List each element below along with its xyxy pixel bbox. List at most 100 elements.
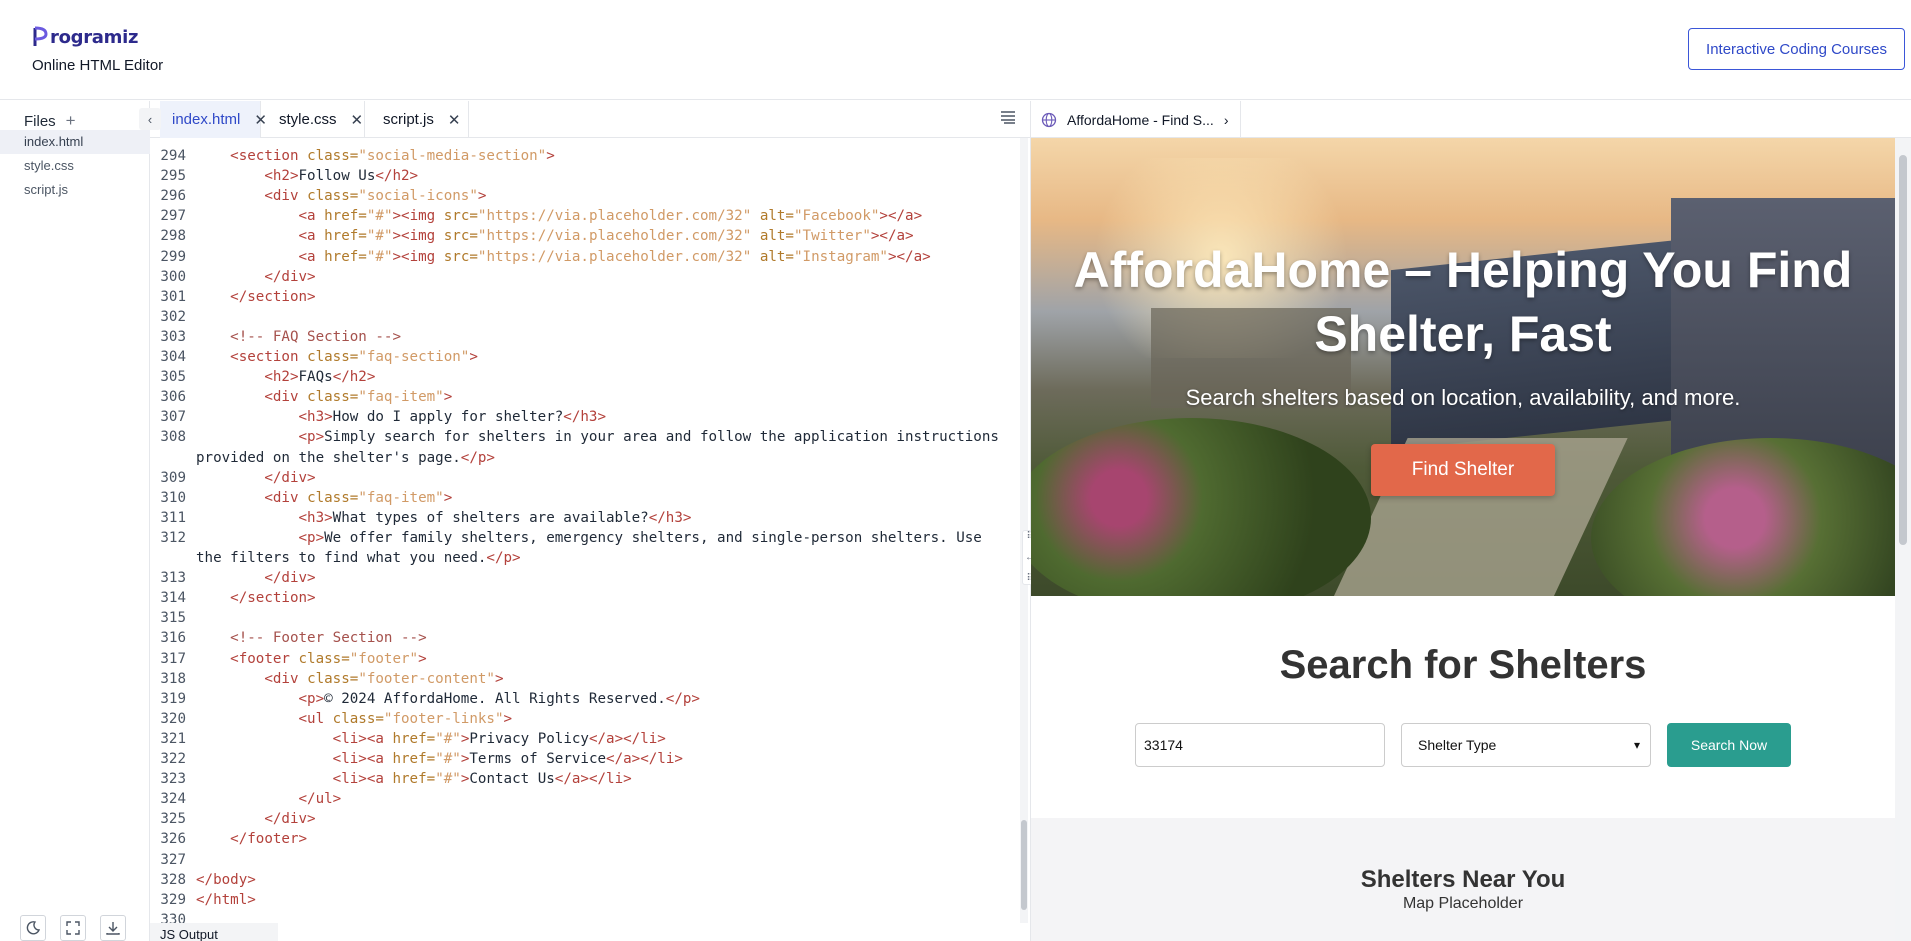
code-line[interactable]: 328 </body> xyxy=(150,870,1030,890)
line-number: 327 xyxy=(160,851,186,868)
code-line[interactable]: 297 <a href="#"><img src="https://via.pl… xyxy=(150,206,1030,226)
editor-tabs: index.html ✕ style.css ✕ script.js ✕ xyxy=(150,101,1030,138)
code-line[interactable]: 330 xyxy=(150,910,1030,923)
code-text: <div class="faq-item"> xyxy=(264,389,453,406)
code-line[interactable]: 327 xyxy=(150,850,1030,870)
theme-toggle-icon[interactable] xyxy=(20,915,46,941)
file-item-script[interactable]: script.js xyxy=(0,178,150,202)
code-line[interactable]: 306 <div class="faq-item"> xyxy=(150,387,1030,407)
line-number: 307 xyxy=(160,409,186,426)
close-icon[interactable]: ✕ xyxy=(351,111,364,129)
code-text: <li><a href="#">Contact Us</a></li> xyxy=(332,771,632,788)
code-line[interactable]: 309 </div> xyxy=(150,468,1030,488)
code-text: </div> xyxy=(264,570,316,587)
code-line[interactable]: 310 <div class="faq-item"> xyxy=(150,488,1030,508)
line-number: 321 xyxy=(160,730,186,747)
code-line[interactable]: 319 <p>© 2024 AffordaHome. All Rights Re… xyxy=(150,689,1030,709)
preview-tab[interactable]: AffordaHome - Find S... › xyxy=(1041,101,1242,138)
code-text: </section> xyxy=(230,590,316,607)
file-item-style[interactable]: style.css xyxy=(0,154,150,178)
download-icon[interactable] xyxy=(100,915,126,941)
code-line[interactable]: 329 </html> xyxy=(150,890,1030,910)
code-line[interactable]: 321 <li><a href="#">Privacy Policy</a></… xyxy=(150,729,1030,749)
code-line[interactable]: 317 <footer class="footer"> xyxy=(150,649,1030,669)
code-line[interactable]: 305 <h2>FAQs</h2> xyxy=(150,367,1030,387)
interactive-courses-button[interactable]: Interactive Coding Courses xyxy=(1688,28,1905,70)
tab-index-html[interactable]: index.html ✕ xyxy=(160,101,267,138)
line-number: 300 xyxy=(160,268,186,285)
code-text: provided on the shelter's page.</p> xyxy=(196,449,495,466)
code-line[interactable]: the filters to find what you need.</p> xyxy=(150,548,1030,568)
line-number: 330 xyxy=(160,911,186,923)
code-line[interactable]: 301 </section> xyxy=(150,287,1030,307)
programiz-logo[interactable]: rogramiz xyxy=(32,26,138,48)
code-line[interactable]: 325 </div> xyxy=(150,809,1030,829)
code-line[interactable]: 304 <section class="faq-section"> xyxy=(150,347,1030,367)
code-line[interactable]: 312 <p>We offer family shelters, emergen… xyxy=(150,528,1030,548)
add-file-icon[interactable]: + xyxy=(66,111,76,131)
code-text: <li><a href="#">Terms of Service</a></li… xyxy=(332,751,683,767)
logo-mark-icon xyxy=(33,26,48,46)
code-text: <a href="#"><img src="https://via.placeh… xyxy=(298,228,914,245)
code-line[interactable]: 322 <li><a href="#">Terms of Service</a>… xyxy=(150,749,1030,769)
preview-pane: AffordaHome – Helping You Find Shelter, … xyxy=(1031,138,1895,941)
code-line[interactable]: 295 <h2>Follow Us</h2> xyxy=(150,166,1030,186)
code-line[interactable]: 318 <div class="footer-content"> xyxy=(150,669,1030,689)
code-editor[interactable]: 294 <section class="social-media-section… xyxy=(150,138,1030,923)
top-header: rogramiz Online HTML Editor Interactive … xyxy=(0,0,1911,100)
code-line[interactable]: 298 <a href="#"><img src="https://via.pl… xyxy=(150,226,1030,246)
chevron-right-icon[interactable]: › xyxy=(1224,112,1229,128)
collapse-sidebar-icon[interactable]: ‹ xyxy=(139,108,161,130)
search-now-button[interactable]: Search Now xyxy=(1667,723,1791,767)
close-icon[interactable]: ✕ xyxy=(448,111,461,129)
code-line[interactable]: 316 <!-- Footer Section --> xyxy=(150,628,1030,648)
tab-script-js[interactable]: script.js ✕ xyxy=(365,101,469,138)
zip-input[interactable] xyxy=(1135,723,1385,767)
editor-scrollbar-thumb[interactable] xyxy=(1021,820,1027,910)
code-line[interactable]: 323 <li><a href="#">Contact Us</a></li> xyxy=(150,769,1030,789)
line-number: 314 xyxy=(160,590,186,607)
tab-style-css[interactable]: style.css ✕ xyxy=(261,101,365,138)
find-shelter-button[interactable]: Find Shelter xyxy=(1371,444,1555,496)
code-line[interactable]: 308 <p>Simply search for shelters in you… xyxy=(150,427,1030,447)
code-line[interactable]: 324 </ul> xyxy=(150,789,1030,809)
code-line[interactable]: 311 <h3>What types of shelters are avail… xyxy=(150,508,1030,528)
code-line[interactable]: 314 </section> xyxy=(150,588,1030,608)
code-line[interactable]: 294 <section class="social-media-section… xyxy=(150,146,1030,166)
code-text: </div> xyxy=(264,811,316,828)
file-item-index[interactable]: index.html xyxy=(0,130,150,154)
code-line[interactable]: 307 <h3>How do I apply for shelter?</h3> xyxy=(150,407,1030,427)
code-line[interactable]: provided on the shelter's page.</p> xyxy=(150,448,1030,468)
code-line[interactable]: 302 xyxy=(150,307,1030,327)
code-line[interactable]: 296 <div class="social-icons"> xyxy=(150,186,1030,206)
code-text: </div> xyxy=(264,469,316,486)
line-number: 322 xyxy=(160,751,186,767)
code-text: the filters to find what you need.</p> xyxy=(196,550,521,566)
line-number: 309 xyxy=(160,469,186,486)
code-line[interactable]: 299 <a href="#"><img src="https://via.pl… xyxy=(150,247,1030,267)
code-line[interactable]: 320 <ul class="footer-links"> xyxy=(150,709,1030,729)
code-text: </ul> xyxy=(298,791,342,808)
fullscreen-icon[interactable] xyxy=(60,915,86,941)
preview-tab-title: AffordaHome - Find S... xyxy=(1067,111,1214,128)
js-output-tab[interactable]: JS Output xyxy=(150,923,278,941)
code-line[interactable]: 315 xyxy=(150,608,1030,628)
word-wrap-icon[interactable] xyxy=(1000,110,1016,129)
code-text: </body> xyxy=(196,871,256,888)
line-number: 301 xyxy=(160,288,186,305)
search-title: Search for Shelters xyxy=(1279,643,1647,687)
preview-scrollbar-thumb[interactable] xyxy=(1899,155,1907,545)
line-number: 302 xyxy=(160,308,186,325)
code-line[interactable]: 303 <!-- FAQ Section --> xyxy=(150,327,1030,347)
code-line[interactable]: 313 </div> xyxy=(150,568,1030,588)
code-text: </html> xyxy=(196,891,256,908)
code-line[interactable]: 300 </div> xyxy=(150,267,1030,287)
code-line[interactable]: 326 </footer> xyxy=(150,829,1030,849)
code-text: <section class="social-media-section"> xyxy=(230,148,555,164)
code-text: <p>Simply search for shelters in your ar… xyxy=(298,429,999,446)
hero-subtitle: Search shelters based on location, avail… xyxy=(1185,385,1741,410)
line-number: 328 xyxy=(160,871,186,888)
shelter-type-select[interactable]: Shelter Type ▾ xyxy=(1401,723,1651,767)
hero-section: AffordaHome – Helping You Find Shelter, … xyxy=(1031,138,1895,596)
line-number: 318 xyxy=(160,670,186,687)
